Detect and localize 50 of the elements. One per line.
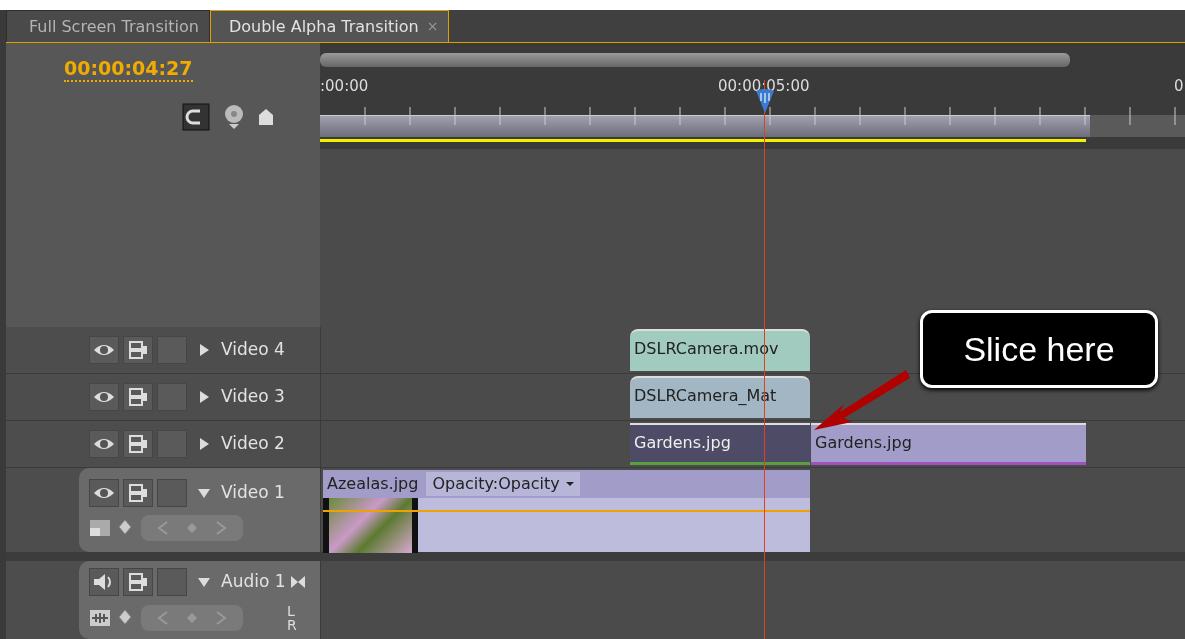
toggle-output-button[interactable] [89,430,119,458]
track-lock-button[interactable] [157,479,187,507]
video-clip[interactable]: Gardens.jpg [630,423,810,465]
playhead-handle-icon[interactable] [755,89,775,115]
tab[interactable]: Double Alpha Transition × [209,10,450,42]
clip-stack-icon [128,572,148,592]
toggle-output-button[interactable] [89,383,119,411]
time-label: :00:00 [320,76,369,97]
snap-icon[interactable] [182,103,210,131]
home-icon[interactable] [258,108,274,126]
bowtie-icon[interactable] [289,575,306,589]
track-name: Video 2 [221,432,285,456]
expand-toggle-icon[interactable] [197,390,211,404]
toggle-output-button[interactable] [89,479,119,507]
track-name: Audio 1 [221,570,286,594]
expand-toggle-icon[interactable] [197,343,211,357]
caret-icon [565,481,574,487]
display-style-icon[interactable] [89,517,113,539]
clip-stack-icon [128,387,148,407]
clip-stack-icon [128,340,148,360]
sync-lock-button[interactable] [123,336,153,364]
expand-toggle-icon[interactable] [197,486,211,500]
expand-toggle-icon[interactable] [197,437,211,451]
sync-lock-button[interactable] [123,568,153,596]
channel-label: R [287,618,297,632]
track-name: Video 3 [221,385,285,409]
effect-dropdown[interactable]: Opacity:Opacity [426,472,580,496]
expand-toggle-icon[interactable] [197,575,211,589]
tab[interactable]: Full Screen Transition [6,10,210,42]
track-lock-button[interactable] [157,568,187,596]
channel-label: L [287,604,296,618]
sync-lock-button[interactable] [123,430,153,458]
waveform-display-icon[interactable] [89,607,113,629]
video-clip[interactable]: Gardens.jpg [811,423,1086,465]
zoom-scrollbar[interactable] [320,53,1070,67]
callout-tooltip: Slice here [920,310,1158,388]
toggle-audio-button[interactable] [89,568,119,596]
timecode-display[interactable]: 00:00:04:27 [64,57,193,82]
time-label: 0 [1174,76,1184,97]
marker-icon[interactable] [224,104,244,130]
track-name: Video 1 [221,481,285,505]
clip-stack-icon [128,434,148,454]
track-name: Video 4 [221,338,285,362]
clip-name: Azealas.jpg [327,473,419,495]
sync-lock-button[interactable] [123,479,153,507]
sync-lock-button[interactable] [123,383,153,411]
toggle-output-button[interactable] [89,336,119,364]
video-clip[interactable]: Azealas.jpg Opacity:Opacity [323,470,810,552]
clip-stack-icon [128,483,148,503]
work-area-bar[interactable] [320,115,1090,137]
